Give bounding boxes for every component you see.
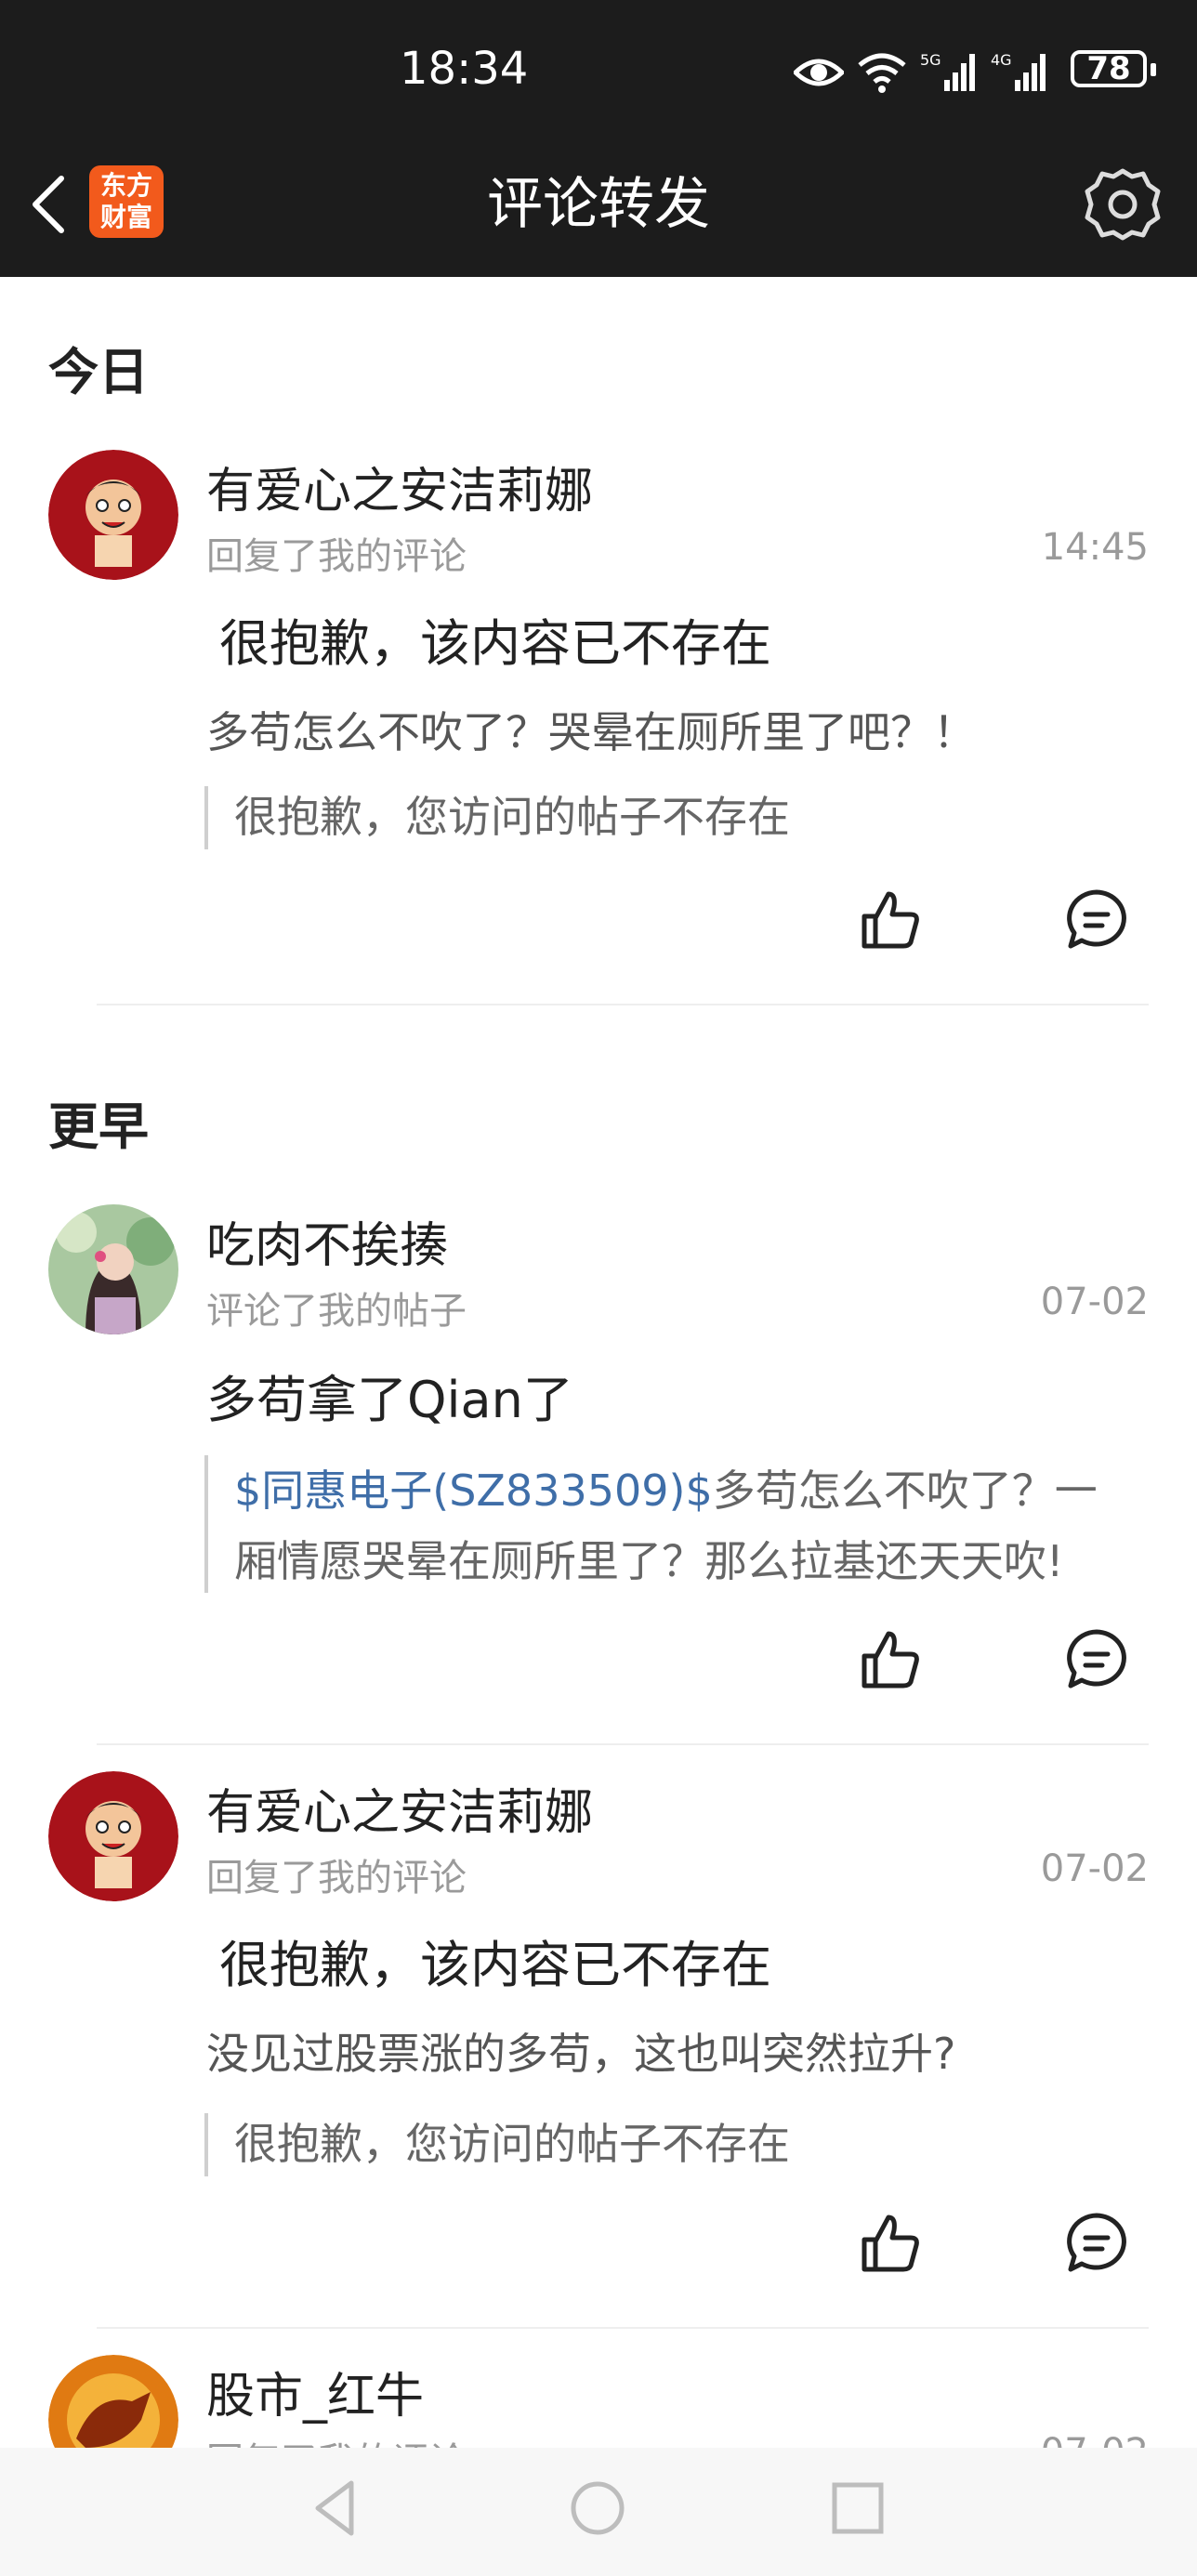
avatar[interactable] [48, 1204, 178, 1334]
like-icon[interactable] [857, 887, 924, 953]
svg-text:5G: 5G [920, 52, 941, 69]
divider [97, 1743, 1149, 1745]
action-text: 回复了我的评论 [206, 1857, 467, 1899]
svg-text:4G: 4G [991, 52, 1012, 69]
timestamp: 07-02 [1040, 1281, 1149, 1323]
timestamp: 07-02 [1040, 1847, 1149, 1890]
avatar[interactable] [48, 450, 178, 580]
page-title: 评论转发 [487, 172, 710, 237]
reply-icon[interactable] [1063, 887, 1130, 953]
headline[interactable]: 多苟拿了Qian了 [206, 1359, 573, 1432]
headline[interactable]: 很抱歉，该内容已不存在 [219, 602, 771, 676]
divider [97, 2327, 1149, 2329]
username[interactable]: 有爱心之安洁莉娜 [206, 1773, 593, 1843]
headline[interactable]: 很抱歉，该内容已不存在 [219, 1924, 771, 1997]
settings-icon[interactable] [1084, 165, 1162, 243]
status-time: 18:34 [400, 43, 529, 95]
quote-line-2: 厢情愿哭晕在厕所里了？那么拉基还天天吹! [234, 1536, 1064, 1586]
stock-link[interactable]: $同惠电子(SZ833509)$ [234, 1465, 713, 1516]
quoted-post[interactable]: 很抱歉，您访问的帖子不存在 [204, 786, 790, 849]
divider [97, 1004, 1149, 1005]
nav-back-icon[interactable] [305, 2476, 370, 2541]
signal-icon: 4G [991, 52, 1046, 91]
action-text: 评论了我的帖子 [206, 1290, 467, 1333]
eye-icon [794, 59, 844, 86]
reply-icon[interactable] [1063, 2210, 1130, 2277]
wifi-icon [858, 53, 906, 93]
nav-recents-icon[interactable] [825, 2476, 890, 2541]
like-icon[interactable] [857, 2210, 924, 2277]
comment-text[interactable]: 没见过股票涨的多苟，这也叫突然拉升? [206, 2020, 955, 2082]
battery-nub [1151, 63, 1156, 76]
signal-icon: 5G [920, 52, 975, 91]
battery-indicator: 78 [1071, 50, 1147, 87]
timestamp: 14:45 [1041, 526, 1149, 569]
action-text: 回复了我的评论 [206, 535, 467, 578]
username[interactable]: 吃肉不挨揍 [206, 1206, 448, 1276]
quoted-post[interactable]: 很抱歉，您访问的帖子不存在 [204, 2113, 790, 2176]
like-icon[interactable] [857, 1626, 924, 1693]
quoted-post[interactable]: $同惠电子(SZ833509)$多苟怎么不吹了？一 厢情愿哭晕在厕所里了？那么拉… [204, 1455, 1098, 1593]
quote-text: 多苟怎么不吹了？一 [712, 1465, 1098, 1516]
status-icons: 5G 4G [794, 46, 1048, 99]
username[interactable]: 有爱心之安洁莉娜 [206, 452, 593, 521]
username[interactable]: 股市_红牛 [206, 2357, 424, 2426]
section-title-today: 今日 [48, 343, 149, 401]
nav-home-icon[interactable] [565, 2476, 630, 2541]
avatar[interactable] [48, 1771, 178, 1901]
quote-line-1: $同惠电子(SZ833509)$多苟怎么不吹了？一 [234, 1455, 1098, 1526]
comment-text[interactable]: 多苟怎么不吹了？哭晕在厕所里了吧？！ [206, 699, 976, 760]
section-title-earlier: 更早 [48, 1097, 149, 1156]
reply-icon[interactable] [1063, 1626, 1130, 1693]
